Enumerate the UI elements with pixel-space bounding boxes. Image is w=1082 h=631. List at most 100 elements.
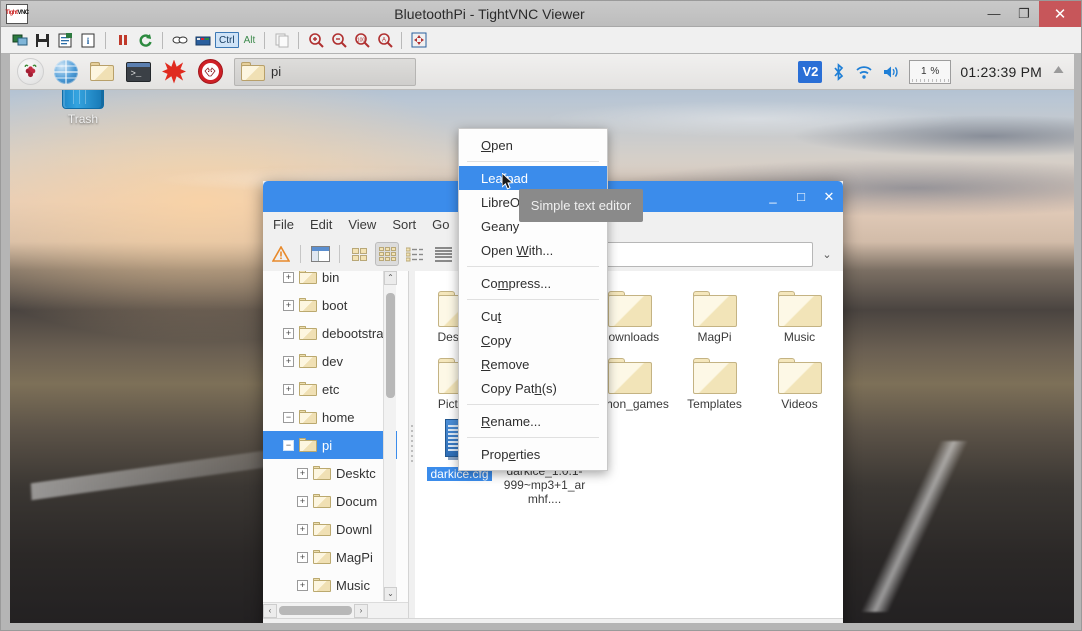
scroll-down-icon[interactable]: ⌄ — [384, 587, 397, 601]
collapse-icon[interactable]: − — [283, 411, 294, 423]
expand-icon[interactable]: + — [297, 523, 308, 535]
context-menu-item[interactable]: Cut — [459, 304, 607, 328]
send-ctrl-alt-del-icon[interactable] — [169, 30, 190, 51]
tree-node[interactable]: + Desktc — [263, 459, 397, 487]
volume-icon[interactable] — [882, 64, 900, 80]
alt-toggle[interactable]: Alt — [241, 34, 259, 47]
fm-maximize-button[interactable]: □ — [793, 189, 809, 204]
context-menu-item[interactable]: Open With... — [459, 238, 607, 262]
zoom-auto-icon[interactable]: A — [374, 30, 395, 51]
fm-close-button[interactable]: ✕ — [821, 189, 837, 205]
file-manager-button[interactable] — [86, 56, 118, 88]
context-menu-item[interactable]: Open — [459, 133, 607, 157]
context-menu-item[interactable]: Remove — [459, 352, 607, 376]
lxde-panel: >_ pi V2 1 % 01:23:39 PM — [10, 54, 1074, 90]
expand-icon[interactable]: + — [283, 327, 294, 339]
vnc-minimize-button[interactable]: — — [979, 2, 1009, 26]
menu-raspberry-button[interactable] — [14, 56, 46, 88]
clock[interactable]: 01:23:39 PM — [960, 64, 1042, 80]
context-menu-item[interactable]: Rename... — [459, 409, 607, 433]
context-menu-item[interactable]: Copy Path(s) — [459, 376, 607, 400]
zoom-100-icon[interactable]: 100 — [351, 30, 372, 51]
wifi-icon[interactable] — [855, 64, 873, 80]
context-menu-item[interactable]: Leafpad — [459, 166, 607, 190]
tree-node[interactable]: + debootstra — [263, 319, 397, 347]
taskbar-item-pi[interactable]: pi — [234, 57, 416, 86]
collapse-icon[interactable]: − — [283, 439, 294, 451]
tree-horizontal-scrollbar[interactable]: ‹ › — [263, 602, 408, 618]
file-item[interactable]: MagPi — [672, 279, 757, 344]
full-screen-icon[interactable] — [408, 30, 429, 51]
icon-view-button[interactable] — [347, 242, 371, 266]
refresh-screen-icon[interactable] — [135, 30, 156, 51]
compact-view-button[interactable] — [403, 242, 427, 266]
thumbnail-view-button[interactable] — [375, 242, 399, 266]
tree-vertical-scrollbar[interactable]: ⌃ ⌄ — [383, 271, 397, 601]
file-item[interactable]: Templates — [672, 346, 757, 411]
menu-edit[interactable]: Edit — [310, 217, 332, 232]
zoom-in-icon[interactable] — [305, 30, 326, 51]
context-menu-item[interactable]: Compress... — [459, 271, 607, 295]
ctrl-toggle[interactable]: Ctrl — [215, 32, 239, 48]
chevron-down-icon[interactable]: ⌄ — [817, 248, 837, 261]
detailed-list-view-button[interactable] — [431, 242, 455, 266]
tree-node[interactable]: − home — [263, 403, 397, 431]
expand-icon[interactable]: + — [283, 299, 294, 311]
menu-go[interactable]: Go — [432, 217, 449, 232]
tree-node[interactable]: − pi — [263, 431, 397, 459]
file-item[interactable]: Music — [757, 279, 842, 344]
expand-icon[interactable]: + — [297, 551, 308, 563]
expand-icon[interactable]: + — [297, 579, 308, 591]
scroll-left-icon[interactable]: ‹ — [263, 603, 277, 618]
connection-options-icon[interactable] — [55, 30, 76, 51]
v2-tray-icon[interactable]: V2 — [798, 60, 823, 83]
terminal-button[interactable]: >_ — [122, 56, 154, 88]
tree-node[interactable]: + MagPi — [263, 543, 397, 571]
scrollbar-thumb[interactable] — [386, 293, 395, 398]
tree-node-label: Docum — [336, 493, 378, 509]
tree-node[interactable]: + bin — [263, 271, 397, 291]
toggle-side-pane-button[interactable] — [308, 242, 332, 266]
connection-info-icon[interactable]: i — [78, 30, 99, 51]
tree-node[interactable]: + Downl — [263, 515, 397, 543]
globe-icon — [54, 59, 78, 84]
save-session-icon[interactable] — [32, 30, 53, 51]
vnc-maximize-button[interactable]: ❐ — [1009, 2, 1039, 26]
scroll-right-icon[interactable]: › — [354, 603, 368, 618]
expand-icon[interactable]: + — [297, 467, 308, 479]
expand-icon[interactable]: + — [283, 271, 294, 283]
tree-node[interactable]: + dev — [263, 347, 397, 375]
folder-icon — [299, 410, 317, 424]
pause-updates-icon[interactable] — [112, 30, 133, 51]
scrollbar-thumb[interactable] — [279, 606, 352, 615]
vnc-close-button[interactable]: ✕ — [1039, 0, 1081, 27]
menu-view[interactable]: View — [348, 217, 376, 232]
expand-icon[interactable]: + — [297, 495, 308, 507]
cpu-usage-monitor[interactable]: 1 % — [909, 59, 952, 84]
context-menu-item[interactable]: Copy — [459, 328, 607, 352]
file-item[interactable]: Videos — [757, 346, 842, 411]
scroll-up-icon[interactable]: ⌃ — [384, 271, 397, 285]
menu-sort[interactable]: Sort — [392, 217, 416, 232]
wolfram-button[interactable] — [194, 56, 226, 88]
send-keys-icon[interactable] — [192, 30, 213, 51]
alert-icon[interactable] — [269, 242, 293, 266]
zoom-out-icon[interactable] — [328, 30, 349, 51]
pane-splitter[interactable] — [409, 271, 415, 618]
expand-icon[interactable]: + — [283, 355, 294, 367]
tree-node[interactable]: + Music — [263, 571, 397, 599]
folder-icon — [241, 62, 265, 81]
tree-node[interactable]: + etc — [263, 375, 397, 403]
menu-file[interactable]: File — [273, 217, 294, 232]
tree-node[interactable]: + Docum — [263, 487, 397, 515]
new-connection-icon[interactable] — [9, 30, 30, 51]
mouse-cursor — [501, 171, 514, 191]
context-menu-item[interactable]: Properties — [459, 442, 607, 466]
mathematica-button[interactable] — [158, 56, 190, 88]
fm-minimize-button[interactable]: _ — [765, 189, 781, 204]
expand-icon[interactable]: + — [283, 383, 294, 395]
tree-node[interactable]: + boot — [263, 291, 397, 319]
bluetooth-icon[interactable] — [831, 62, 846, 81]
web-browser-button[interactable] — [50, 56, 82, 88]
eject-icon[interactable] — [1051, 64, 1066, 80]
